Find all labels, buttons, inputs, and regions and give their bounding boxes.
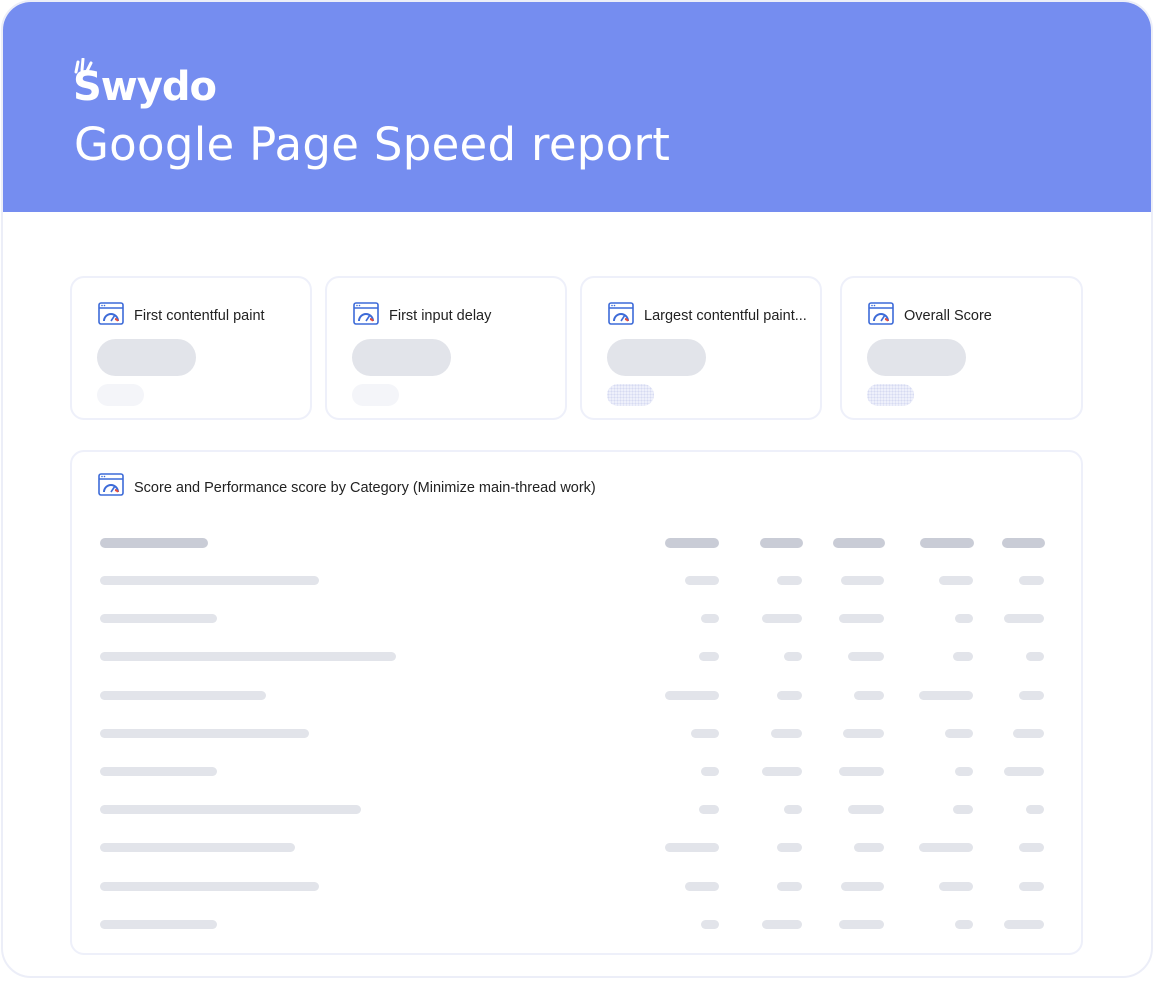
kpi-card: Largest contentful paint... <box>580 276 822 420</box>
table-header-placeholder <box>100 538 208 548</box>
table-cell-placeholder <box>843 728 884 738</box>
table-cell-placeholder <box>1004 614 1044 624</box>
table-cell-placeholder <box>841 881 884 891</box>
table-cell-placeholder <box>1019 843 1044 853</box>
kpi-card: First contentful paint <box>70 276 312 420</box>
table-cell-placeholder <box>100 805 361 815</box>
page-title: Google Page Speed report <box>74 118 671 171</box>
table-cell-placeholder <box>1013 728 1044 738</box>
table-cell-placeholder <box>1004 919 1044 929</box>
table-cell-placeholder <box>762 614 802 624</box>
table-cell-placeholder <box>100 614 217 624</box>
table-cell-placeholder <box>1019 690 1044 700</box>
table-header-placeholder <box>665 538 719 548</box>
kpi-card-label: Overall Score <box>904 308 992 324</box>
table-cell-placeholder <box>777 576 802 585</box>
table-header-placeholder <box>920 538 974 548</box>
table-cell-placeholder <box>701 767 719 776</box>
table-cell-placeholder <box>777 881 802 891</box>
table-cell-placeholder <box>953 652 973 662</box>
table-cell-placeholder <box>839 767 884 776</box>
table-cell-placeholder <box>699 805 719 815</box>
table-cell-placeholder <box>699 652 719 662</box>
report-frame: Swydo Google Page Speed report First con… <box>1 0 1153 978</box>
table-title: Score and Performance score by Category … <box>134 480 596 496</box>
table-cell-placeholder <box>100 728 309 738</box>
kpi-change-placeholder <box>97 384 144 406</box>
pagespeed-gauge-icon <box>98 473 124 496</box>
table-cell-placeholder <box>955 767 973 776</box>
table-cell-placeholder <box>848 652 884 662</box>
table-cell-placeholder <box>839 919 884 929</box>
kpi-value-placeholder <box>352 339 451 376</box>
table-cell-placeholder <box>665 690 719 700</box>
pagespeed-gauge-icon <box>353 302 379 325</box>
table-cell-placeholder <box>685 881 719 891</box>
pagespeed-gauge-icon <box>868 302 894 325</box>
kpi-card-label: First input delay <box>389 308 492 324</box>
table-cell-placeholder <box>939 576 973 585</box>
table-cell-placeholder <box>1004 767 1044 776</box>
table-cell-placeholder <box>955 919 973 929</box>
kpi-card: First input delay <box>325 276 567 420</box>
table-cell-placeholder <box>701 919 719 929</box>
table-cell-placeholder <box>665 843 719 853</box>
table-cell-placeholder <box>1026 805 1044 815</box>
kpi-value-placeholder <box>607 339 706 376</box>
logo-text: Swydo <box>73 64 217 110</box>
kpi-change-placeholder <box>352 384 399 406</box>
kpi-change-placeholder <box>867 384 914 406</box>
table-cell-placeholder <box>100 690 266 700</box>
table-cell-placeholder <box>945 728 973 738</box>
table-cell-placeholder <box>100 652 396 662</box>
kpi-value-placeholder <box>97 339 196 376</box>
kpi-card: Overall Score <box>840 276 1083 420</box>
pagespeed-gauge-icon <box>608 302 634 325</box>
table-cell-placeholder <box>1019 576 1044 585</box>
table-cell-placeholder <box>953 805 973 815</box>
table-cell-placeholder <box>100 919 217 929</box>
table-header-placeholder <box>833 538 885 548</box>
pagespeed-gauge-icon <box>98 302 124 325</box>
report-header: Swydo Google Page Speed report <box>3 2 1151 212</box>
table-cell-placeholder <box>691 728 719 738</box>
table-cell-placeholder <box>777 843 802 853</box>
table-cell-placeholder <box>100 881 319 891</box>
table-header-placeholder <box>1002 538 1045 548</box>
table-cell-placeholder <box>784 805 802 815</box>
table-cell-placeholder <box>784 652 802 662</box>
table-cell-placeholder <box>919 690 973 700</box>
kpi-card-label: First contentful paint <box>134 308 265 324</box>
table-cell-placeholder <box>701 614 719 624</box>
swydo-logo: Swydo <box>73 58 217 114</box>
table-cell-placeholder <box>839 614 884 624</box>
table-cell-placeholder <box>100 576 319 585</box>
table-cell-placeholder <box>100 843 295 853</box>
table-cell-placeholder <box>848 805 884 815</box>
table-cell-placeholder <box>685 576 719 585</box>
table-widget: Score and Performance score by Category … <box>70 450 1083 955</box>
table-header-placeholder <box>760 538 803 548</box>
table-cell-placeholder <box>771 728 802 738</box>
kpi-change-placeholder <box>607 384 654 406</box>
table-cell-placeholder <box>841 576 884 585</box>
table-cell-placeholder <box>762 767 802 776</box>
table-cell-placeholder <box>100 767 217 776</box>
kpi-card-label: Largest contentful paint... <box>644 308 807 324</box>
kpi-value-placeholder <box>867 339 966 376</box>
table-cell-placeholder <box>854 690 884 700</box>
table-cell-placeholder <box>1019 881 1044 891</box>
table-cell-placeholder <box>919 843 973 853</box>
table-cell-placeholder <box>1026 652 1044 662</box>
table-cell-placeholder <box>955 614 973 624</box>
table-cell-placeholder <box>762 919 802 929</box>
table-cell-placeholder <box>854 843 884 853</box>
table-cell-placeholder <box>777 690 802 700</box>
table-cell-placeholder <box>939 881 973 891</box>
